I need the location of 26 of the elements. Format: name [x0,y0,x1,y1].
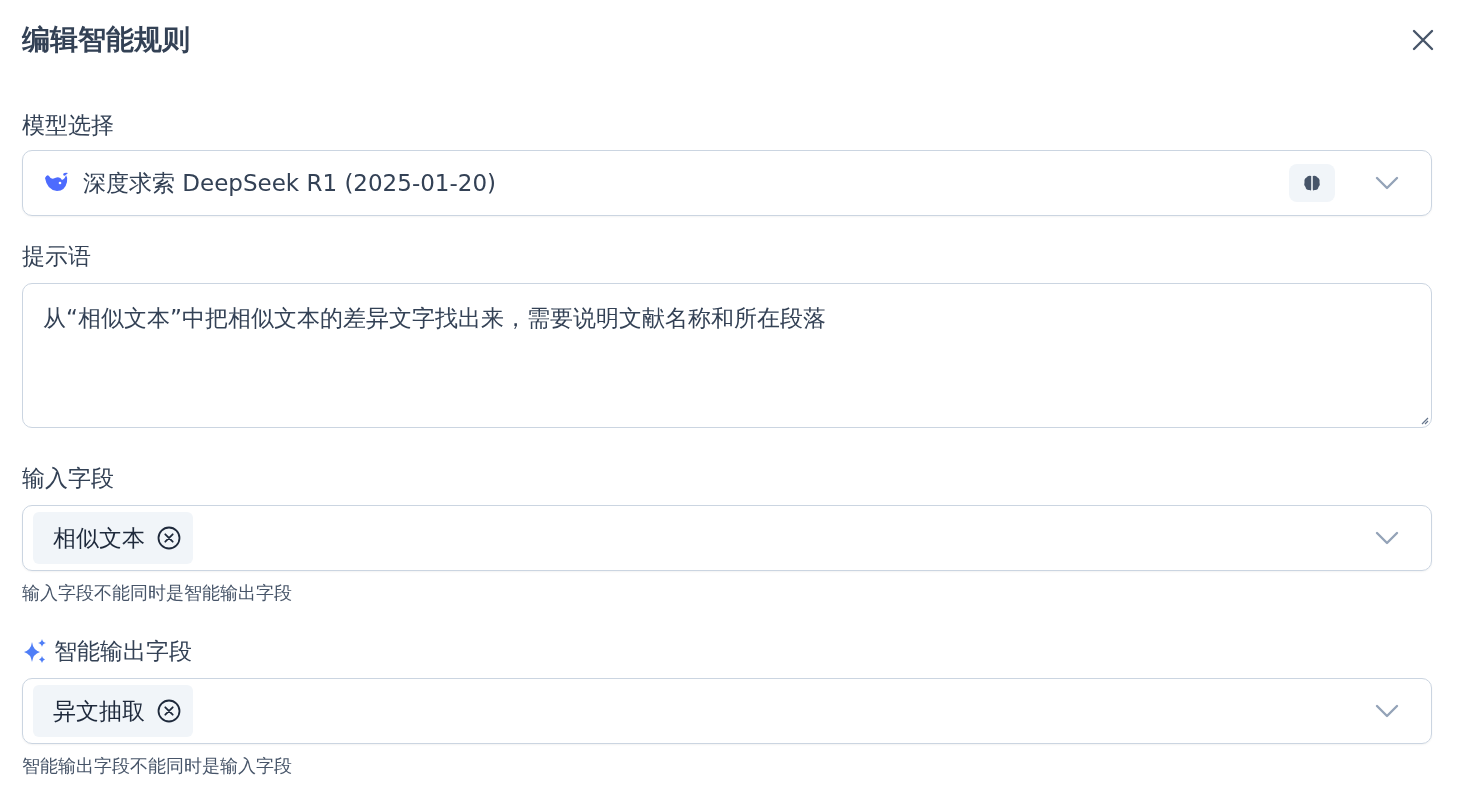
sparkle-icon [22,638,48,664]
chevron-down-icon [1375,531,1399,545]
chevron-down-icon [1375,704,1399,718]
remove-icon [157,699,181,723]
chevron-down-icon [1375,176,1399,190]
field-label: 输入字段 [22,464,114,493]
field-label: 模型选择 [22,111,114,140]
tag-chip[interactable]: 相似文本 [33,512,193,564]
tag-chip[interactable]: 异文抽取 [33,685,193,737]
field-select[interactable]: 相似文本 [22,505,1432,571]
field-hint: 输入字段不能同时是智能输出字段 [22,581,293,605]
field-select[interactable]: 异文抽取 [22,678,1432,744]
field-label: 提示语 [22,242,91,271]
close-icon [1412,29,1434,51]
dialog-title: 编辑智能规则 [22,22,190,58]
tag-label: 异文抽取 [53,696,145,726]
resize-grip-icon [1419,415,1429,425]
prompt-field[interactable]: 从“相似文本”中把相似文本的差异文字找出来，需要说明文献名称和所在段落 [22,283,1432,428]
tag-label: 相似文本 [53,523,145,553]
select-value: 深度求索 DeepSeek R1 (2025-01-20) [83,168,497,198]
brain-icon [1302,173,1322,193]
model-select[interactable]: 深度求索 DeepSeek R1 (2025-01-20) [22,150,1432,216]
whale-icon [43,172,69,194]
field-label: 智能输出字段 [54,637,192,666]
field-hint: 智能输出字段不能同时是输入字段 [22,754,293,778]
remove-icon [157,526,181,550]
